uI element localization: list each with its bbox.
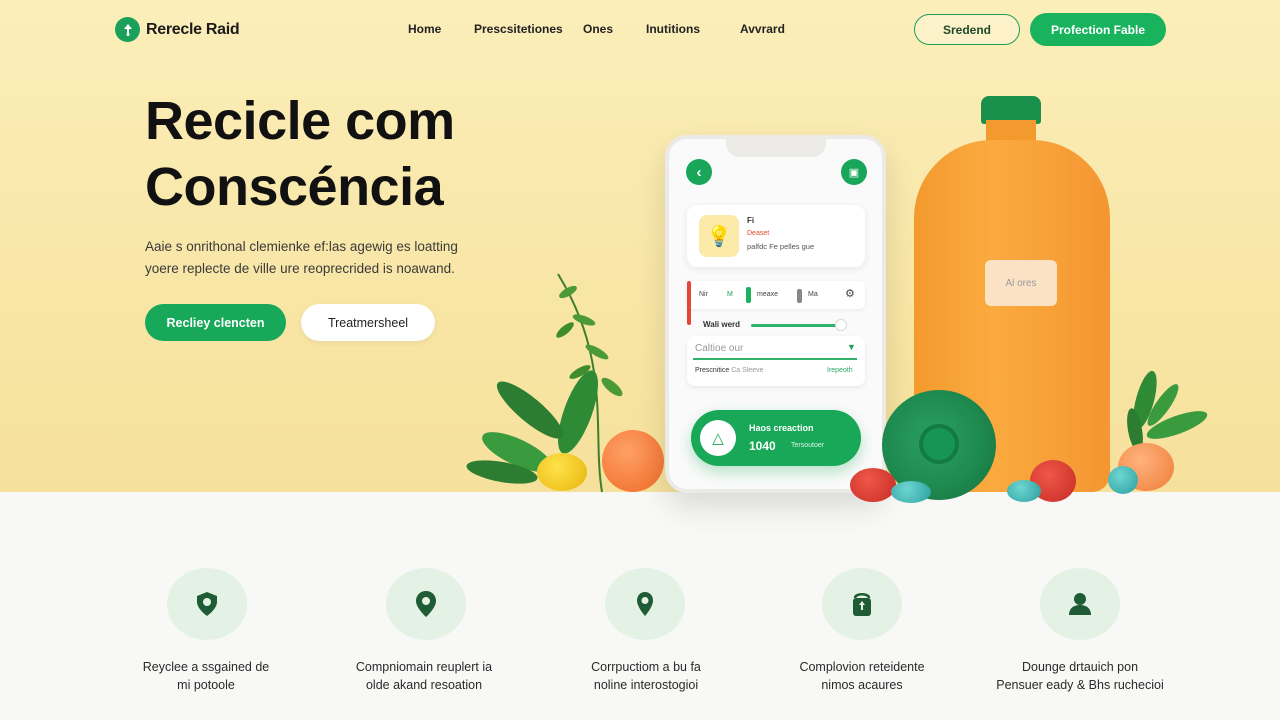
card-title: Fi [747,216,755,225]
secondary-nav-button[interactable]: Sredend [914,14,1020,45]
nav-ones[interactable]: Ones [583,22,613,36]
gray-level-bar [797,289,802,303]
map-pin-icon [637,592,653,616]
down-arrow-icon[interactable]: ▼ [847,342,856,352]
phone-input-field[interactable]: Caltioe our [695,343,743,354]
red-indicator [687,281,691,325]
feature-5-text: Dounge drtauich pon Pensuer eady & Bhs ru… [996,660,1164,692]
feature-1-icon-wrap [167,568,247,640]
lightbulb-icon: 💡 [699,215,739,257]
primary-nav-button[interactable]: Profection Fable [1030,13,1166,46]
pill-subtext: Tersoutoer [791,442,825,449]
blue-candy-decoration-3 [1108,466,1138,494]
control-label-2[interactable]: M [727,291,733,298]
slider-label: Wali werd [703,320,741,329]
strawberry-decoration [850,468,896,502]
card-description: palfdc Fe pelles gue [747,242,815,251]
feature-4-text: Complovion reteidente nimos acaures [799,660,925,692]
primary-cta-button[interactable]: Recliey clencten [145,304,286,341]
title-line-1: Recicle com [145,91,455,151]
phone-input-card: Caltioe our ▼ Prescnitice Ca Sleeve Irep… [687,336,865,386]
input-meta-right: Irepeoth [827,367,853,374]
settings-gear-icon[interactable]: ⚙ [845,287,855,300]
green-level-bar [746,287,751,303]
pill-title: Haos creaction [749,423,814,433]
feature-3-text: Corrpuctiom a bu fa noline interostogioi [591,660,701,692]
feature-2-text: Compniomain reuplert ia olde akand resoat… [355,660,493,692]
phone-control-bar: Nir M meaxe Ma ⚙ [687,281,865,325]
control-label-1[interactable]: Nir [699,291,708,298]
feature-2-icon-wrap [386,568,466,640]
feature-4-icon-wrap [822,568,902,640]
nav-inutitions[interactable]: Inutitions [646,22,700,36]
blue-candy-decoration-2 [1007,480,1041,502]
feature-5-icon-wrap [1040,568,1120,640]
page-title: Recicle com Conscéncia [145,88,455,220]
nav-award[interactable]: Avvrard [740,22,785,36]
lemon-decoration [537,453,587,491]
secondary-cta-button[interactable]: Treatmersheel [301,304,435,341]
control-label-3[interactable]: meaxe [757,291,778,298]
recycle-box-icon [853,593,871,616]
input-meta-left: Prescnitice Ca Sleeve [695,367,764,374]
title-line-2: Conscéncia [145,157,444,217]
user-icon [1069,593,1091,615]
bottle-label: Al ores [985,260,1057,306]
warning-triangle-icon: △ [700,420,736,456]
pill-value: 1040 [749,439,776,453]
shield-pin-icon [197,592,217,616]
back-arrow-icon[interactable]: ‹ [686,159,712,185]
slider-track[interactable] [751,324,841,327]
feature-3-icon-wrap [605,568,685,640]
nav-home[interactable]: Home [408,22,441,36]
collection-pill-button[interactable]: △ Haos creaction 1040 Tersoutoer [691,410,861,466]
input-underline [693,358,857,360]
camera-icon[interactable]: ▣ [841,159,867,185]
phone-mockup: ‹ ▣ 💡 Fi Deaset palfdc Fe pelles gue Nir… [665,135,886,493]
subtitle-line-2: yoere replecte de ville ure reoprecrided… [145,261,455,276]
phone-info-card[interactable]: 💡 Fi Deaset palfdc Fe pelles gue [687,205,865,267]
card-status: Deaset [747,230,770,237]
lid-center [919,424,959,464]
subtitle-line-1: Aaie s onrithonal clemienke ef:las agewi… [145,239,458,254]
phone-notch [726,137,826,157]
feature-1-text: Reyclee a ssgained de mi potoole [142,660,270,692]
location-pin-icon [416,591,436,617]
nav-prescsitetiones[interactable]: Prescsitetiones [474,22,563,36]
slider-knob[interactable] [835,319,847,331]
control-label-4[interactable]: Ma [808,291,818,298]
orange-decoration [602,430,664,492]
blue-candy-decoration [891,481,931,503]
